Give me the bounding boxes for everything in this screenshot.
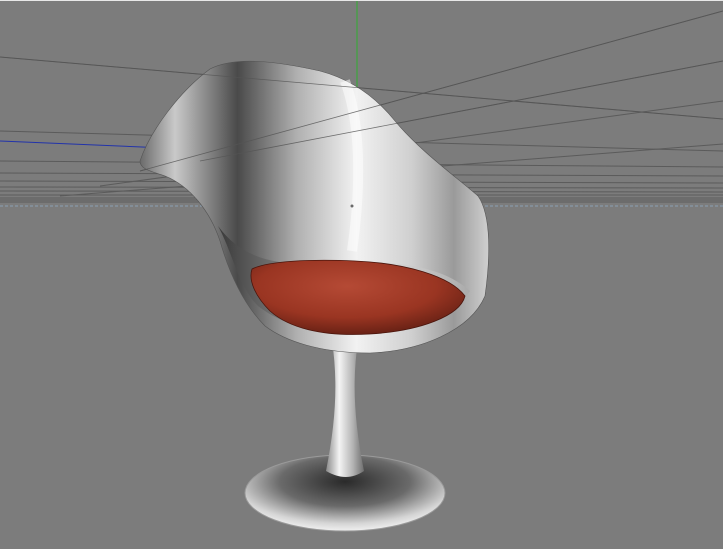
3d-viewport[interactable] <box>0 0 723 549</box>
object-pivot-dot <box>350 204 354 208</box>
tulip-chair-model[interactable] <box>139 60 490 532</box>
viewport-scene <box>0 1 723 532</box>
chair-stem <box>326 341 364 477</box>
